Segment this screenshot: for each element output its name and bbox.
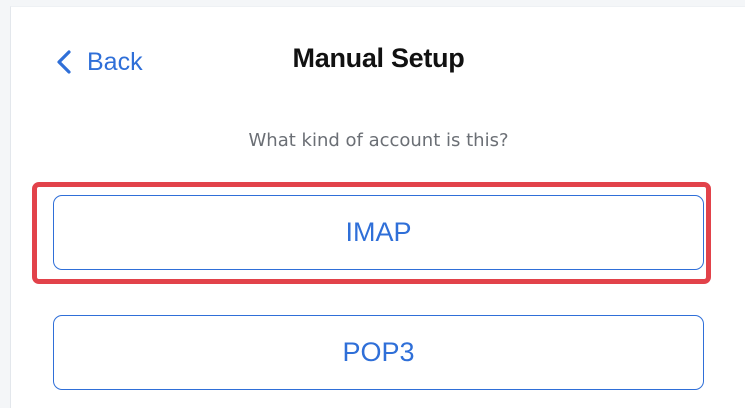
option-label-imap: IMAP [345, 217, 412, 247]
page-title: Manual Setup [292, 43, 465, 73]
header: Back Manual Setup [11, 7, 745, 111]
manual-setup-panel: Back Manual Setup What kind of account i… [10, 6, 745, 408]
account-type-prompt: What kind of account is this? [248, 130, 509, 151]
option-label-pop3: POP3 [342, 337, 415, 367]
pop3-option-button[interactable]: POP3 [53, 315, 704, 390]
imap-option-button[interactable]: IMAP [53, 195, 704, 270]
